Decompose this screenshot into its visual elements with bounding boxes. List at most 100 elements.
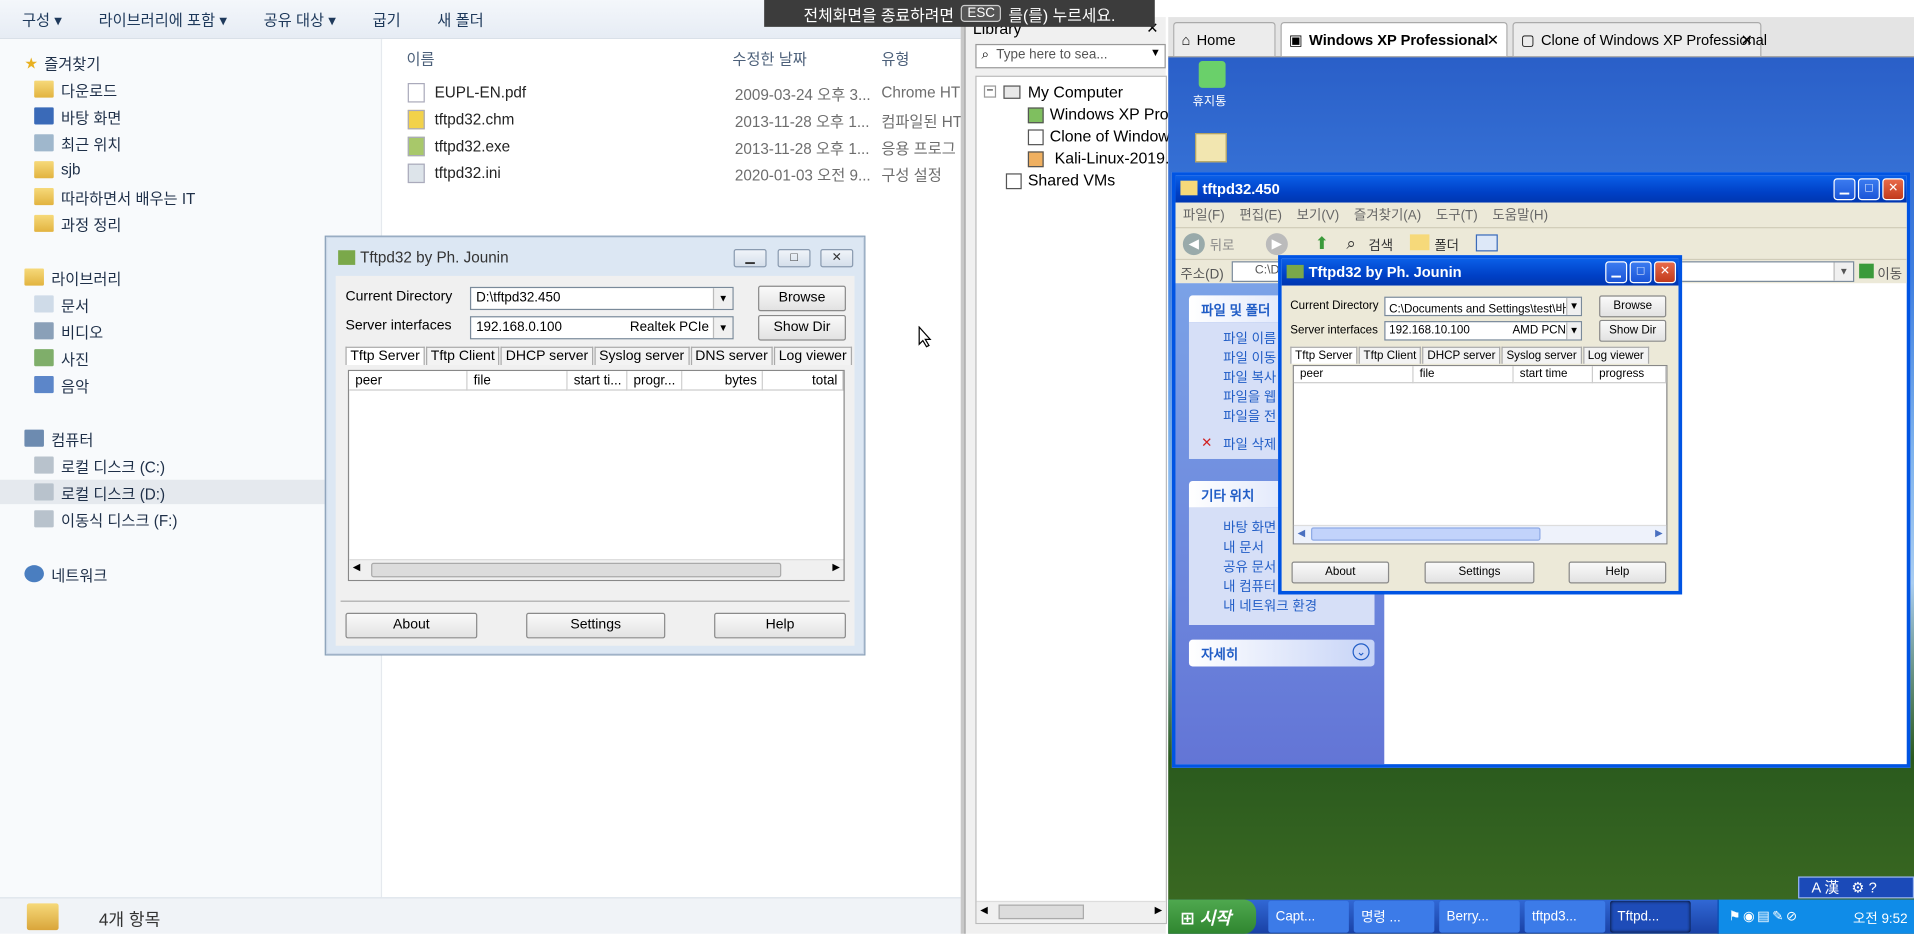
taskbar-item-capture[interactable]: Capt... xyxy=(1268,900,1349,933)
burn-button[interactable]: 굽기 xyxy=(373,7,401,30)
column-start-time[interactable]: start time xyxy=(1513,366,1594,384)
server-interface-select[interactable]: 192.168.10.100 AMD PCNE ▼ xyxy=(1384,321,1583,341)
taskbar-item-berry[interactable]: Berry... xyxy=(1439,900,1520,933)
help-button[interactable]: Help xyxy=(714,612,846,639)
language-bar[interactable]: A 漢 ⚙ ? xyxy=(1798,876,1914,899)
scroll-left-icon[interactable]: ◀ xyxy=(353,562,361,573)
taskbar-item-tftpd[interactable]: Tftpd... xyxy=(1610,900,1691,933)
nav-network[interactable]: 네트워크 xyxy=(24,562,107,586)
place-my-documents[interactable]: 내 문서 xyxy=(1223,537,1264,557)
horizontal-scrollbar[interactable]: ◀ ▶ xyxy=(349,559,844,580)
menu-favorites[interactable]: 즐겨찾기(A) xyxy=(1354,205,1421,225)
tab-dhcp-server[interactable]: DHCP server xyxy=(500,346,594,365)
back-label[interactable]: 뒤로 xyxy=(1210,236,1235,256)
recycle-bin-icon[interactable] xyxy=(1198,61,1226,88)
tab-clone[interactable]: ▢ Clone of Windows XP Professional ✕ xyxy=(1512,21,1767,57)
minimize-button[interactable]: ▁ xyxy=(1833,178,1856,201)
current-directory-field[interactable]: C:\Documents and Settings\test\바탕 ▼ xyxy=(1384,296,1583,317)
scroll-left-icon[interactable]: ◀ xyxy=(1298,527,1306,538)
nav-item-documents[interactable]: 문서 xyxy=(34,292,89,316)
up-folder-icon[interactable]: ⬆ xyxy=(1315,233,1329,254)
maximize-button[interactable]: □ xyxy=(1857,178,1880,201)
organize-button[interactable]: 구성 ▾ xyxy=(22,7,62,30)
task-publish[interactable]: 파일을 웹 xyxy=(1223,387,1276,407)
tab-home[interactable]: ⌂ Home xyxy=(1173,21,1276,57)
nav-item-desktop[interactable]: 바탕 화면 xyxy=(34,104,121,128)
folders-icon[interactable] xyxy=(1409,234,1430,251)
nav-item-downloads[interactable]: 다운로드 xyxy=(34,77,117,101)
tab-dhcp-server[interactable]: DHCP server xyxy=(1422,346,1501,364)
menu-help[interactable]: 도움말(H) xyxy=(1492,205,1548,225)
go-icon[interactable] xyxy=(1859,263,1874,279)
tree-vm-winxp[interactable]: Windows XP Pro xyxy=(1050,105,1169,123)
task-delete[interactable]: 파일 삭제 xyxy=(1223,435,1276,455)
show-dir-button[interactable]: Show Dir xyxy=(1599,319,1667,342)
task-move[interactable]: 파일 이동 xyxy=(1223,348,1276,368)
show-dir-button[interactable]: Show Dir xyxy=(758,314,846,341)
place-desktop[interactable]: 바탕 화면 xyxy=(1223,518,1276,538)
file-row[interactable]: tftpd32.chm 2013-11-28 오후 1... 컴파일된 HT xyxy=(407,107,982,131)
nav-item-drive-d[interactable]: 로컬 디스크 (D:) xyxy=(0,479,325,505)
include-library-button[interactable]: 라이브러리에 포함 ▾ xyxy=(99,7,227,30)
new-folder-button[interactable]: 새 폴더 xyxy=(437,7,483,30)
tab-close-icon[interactable]: ✕ xyxy=(1741,31,1753,48)
scroll-thumb[interactable] xyxy=(371,562,782,578)
about-button[interactable]: About xyxy=(345,612,478,639)
column-peer[interactable]: peer xyxy=(1293,366,1414,384)
menu-view[interactable]: 보기(V) xyxy=(1297,205,1340,225)
scroll-right-icon[interactable]: ▶ xyxy=(832,562,840,573)
folders-label[interactable]: 폴더 xyxy=(1434,236,1459,256)
dropdown-arrow-icon[interactable]: ▼ xyxy=(1833,262,1854,281)
server-interface-select[interactable]: 192.168.0.100 Realtek PCIe ▼ xyxy=(469,316,734,340)
nav-item-drive-c[interactable]: 로컬 디스크 (C:) xyxy=(34,453,165,477)
menu-edit[interactable]: 편집(E) xyxy=(1239,205,1282,225)
tab-log-viewer[interactable]: Log viewer xyxy=(1582,346,1649,364)
tab-tftp-server[interactable]: Tftp Server xyxy=(345,346,425,365)
chevron-down-icon[interactable]: ⌄ xyxy=(1352,643,1370,661)
nav-item-drive-f[interactable]: 이동식 디스크 (F:) xyxy=(34,507,177,531)
about-button[interactable]: About xyxy=(1291,561,1390,584)
nav-item-pictures[interactable]: 사진 xyxy=(34,345,89,369)
current-directory-field[interactable]: D:\tftpd32.450 ▼ xyxy=(469,286,734,311)
tree-my-computer[interactable]: My Computer xyxy=(1028,83,1123,101)
nav-item-music[interactable]: 음악 xyxy=(34,372,89,396)
tree-vm-clone[interactable]: Clone of Window xyxy=(1050,127,1170,145)
scroll-thumb[interactable] xyxy=(1311,527,1541,541)
column-progress[interactable]: progr... xyxy=(627,371,683,391)
forward-icon[interactable]: ▶ xyxy=(1265,233,1288,256)
maximize-button[interactable]: □ xyxy=(1629,261,1652,284)
desktop-shortcut-icon[interactable] xyxy=(1195,133,1227,163)
dropdown-arrow-icon[interactable]: ▼ xyxy=(1566,322,1581,340)
file-row[interactable]: EUPL-EN.pdf 2009-03-24 오후 3... Chrome HT xyxy=(407,81,982,105)
dropdown-arrow-icon[interactable]: ▼ xyxy=(712,288,733,309)
nav-item-it[interactable]: 따라하면서 배우는 IT xyxy=(34,184,195,208)
column-bytes[interactable]: bytes xyxy=(682,371,763,391)
tab-winxp[interactable]: ▣ Windows XP Professional ✕ xyxy=(1280,21,1508,57)
file-row[interactable]: tftpd32.ini 2020-01-03 오전 9... 구성 설정 xyxy=(407,161,982,185)
column-file[interactable]: file xyxy=(467,371,568,391)
share-button[interactable]: 공유 대상 ▾ xyxy=(264,7,336,30)
close-button[interactable]: ✕ xyxy=(820,249,854,268)
column-progress[interactable]: progress xyxy=(1593,366,1667,384)
menu-tools[interactable]: 도구(T) xyxy=(1436,205,1478,225)
tab-syslog-server[interactable]: Syslog server xyxy=(1501,346,1582,364)
dropdown-arrow-icon[interactable]: ▼ xyxy=(712,317,733,339)
tab-tftp-server[interactable]: Tftp Server xyxy=(1290,346,1358,364)
place-network[interactable]: 내 네트워크 환경 xyxy=(1223,596,1317,616)
tray-icons[interactable]: ⚑◉▤✎⊘ xyxy=(1729,908,1800,924)
nav-item-course[interactable]: 과정 정리 xyxy=(34,211,121,235)
scroll-left-icon[interactable]: ◀ xyxy=(980,905,988,916)
help-button[interactable]: Help xyxy=(1568,561,1667,584)
column-total[interactable]: total xyxy=(762,371,844,391)
back-icon[interactable]: ◀ xyxy=(1182,233,1205,256)
panel-details-header[interactable]: 자세히 ⌄ xyxy=(1188,639,1375,667)
place-my-computer[interactable]: 내 컴퓨터 xyxy=(1223,576,1276,596)
taskbar-item-cmd[interactable]: 명령 ... xyxy=(1353,900,1435,933)
go-label[interactable]: 이동 xyxy=(1877,264,1902,284)
horizontal-scrollbar[interactable]: ◀ ▶ xyxy=(1293,524,1667,544)
tab-syslog-server[interactable]: Syslog server xyxy=(594,346,690,365)
tree-vm-kali[interactable]: Kali-Linux-2019. xyxy=(1055,149,1170,167)
task-email[interactable]: 파일을 전 xyxy=(1223,406,1276,426)
ime-tools-icon[interactable]: ⚙ ? xyxy=(1851,879,1876,896)
place-shared-documents[interactable]: 공유 문서 xyxy=(1223,557,1276,577)
